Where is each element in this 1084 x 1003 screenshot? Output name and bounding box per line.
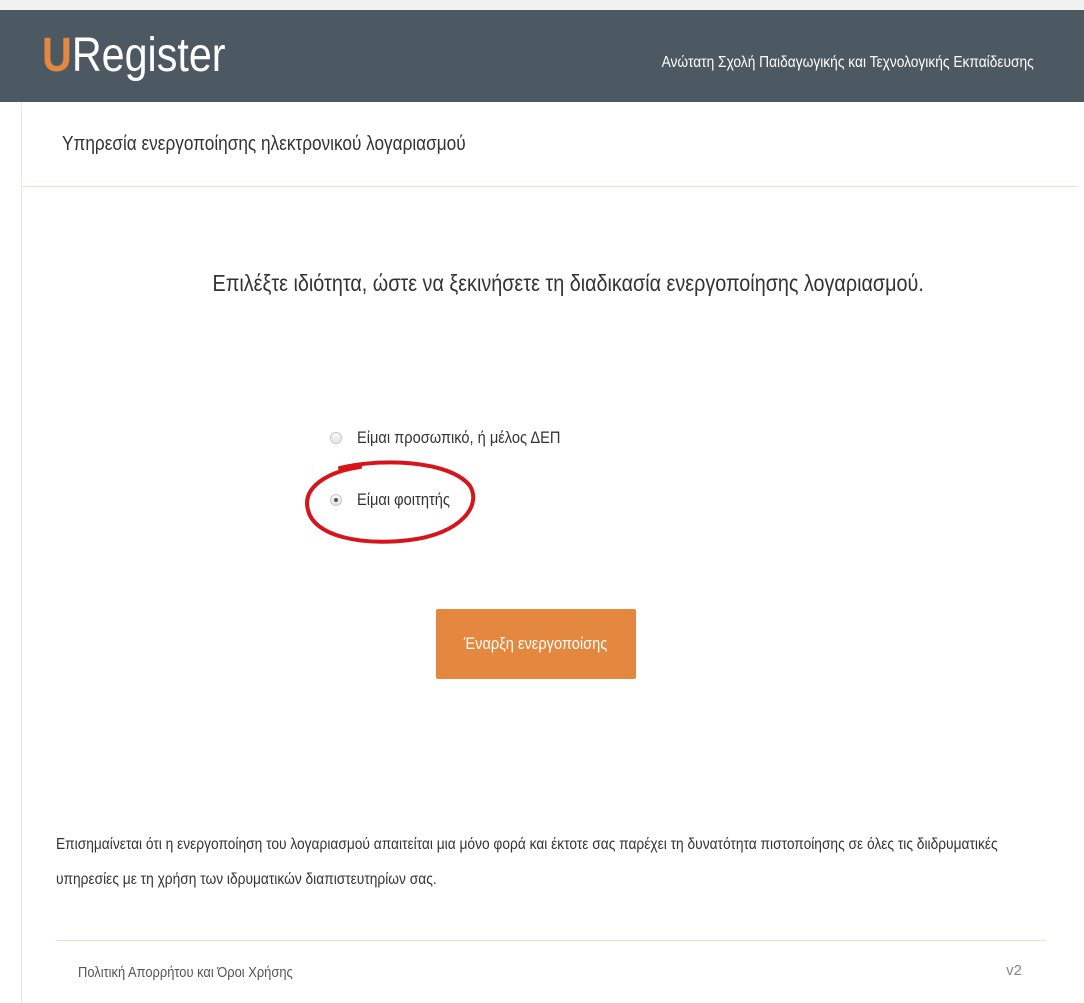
title-divider (22, 186, 1078, 187)
version-label: v2 (1006, 962, 1022, 979)
logo-letter-u: U (42, 29, 72, 82)
uregister-logo[interactable]: URegister (42, 28, 226, 84)
role-option-staff[interactable]: Είμαι προσωπικό, ή μέλος ΔΕΠ (330, 428, 594, 448)
instruction-text: Επιλέξτε ιδιότητα, ώστε να ξεκινήσετε τη… (0, 270, 1084, 297)
start-activation-label[interactable]: Έναρξη ενεργοποίσης (464, 634, 608, 654)
role-option-staff-label[interactable]: Είμαι προσωπικό, ή μέλος ΔΕΠ (357, 428, 560, 448)
page-title: Υπηρεσία ενεργοποίησης ηλεκτρονικού λογα… (62, 133, 466, 155)
activation-notice: Επισημαίνεται ότι η ενεργοποίηση του λογ… (56, 836, 998, 888)
privacy-terms-link[interactable]: Πολιτική Απορρήτου και Όροι Χρήσης (78, 964, 293, 981)
browser-top-strip (0, 0, 1084, 10)
radio-staff[interactable] (330, 432, 342, 444)
instruction-label: Επιλέξτε ιδιότητα, ώστε να ξεκινήσετε τη… (213, 270, 925, 296)
red-highlight-circle (305, 460, 476, 544)
institution-name: Ανώτατη Σχολή Παιδαγωγικής και Τεχνολογι… (661, 54, 1034, 71)
footer-divider (56, 940, 1046, 941)
app-header: URegister Ανώτατη Σχολή Παιδαγωγικής και… (0, 10, 1084, 102)
content-left-border (21, 102, 22, 1003)
start-activation-button[interactable]: Έναρξη ενεργοποίσης (436, 609, 636, 679)
logo-wordmark: Register (71, 29, 226, 82)
